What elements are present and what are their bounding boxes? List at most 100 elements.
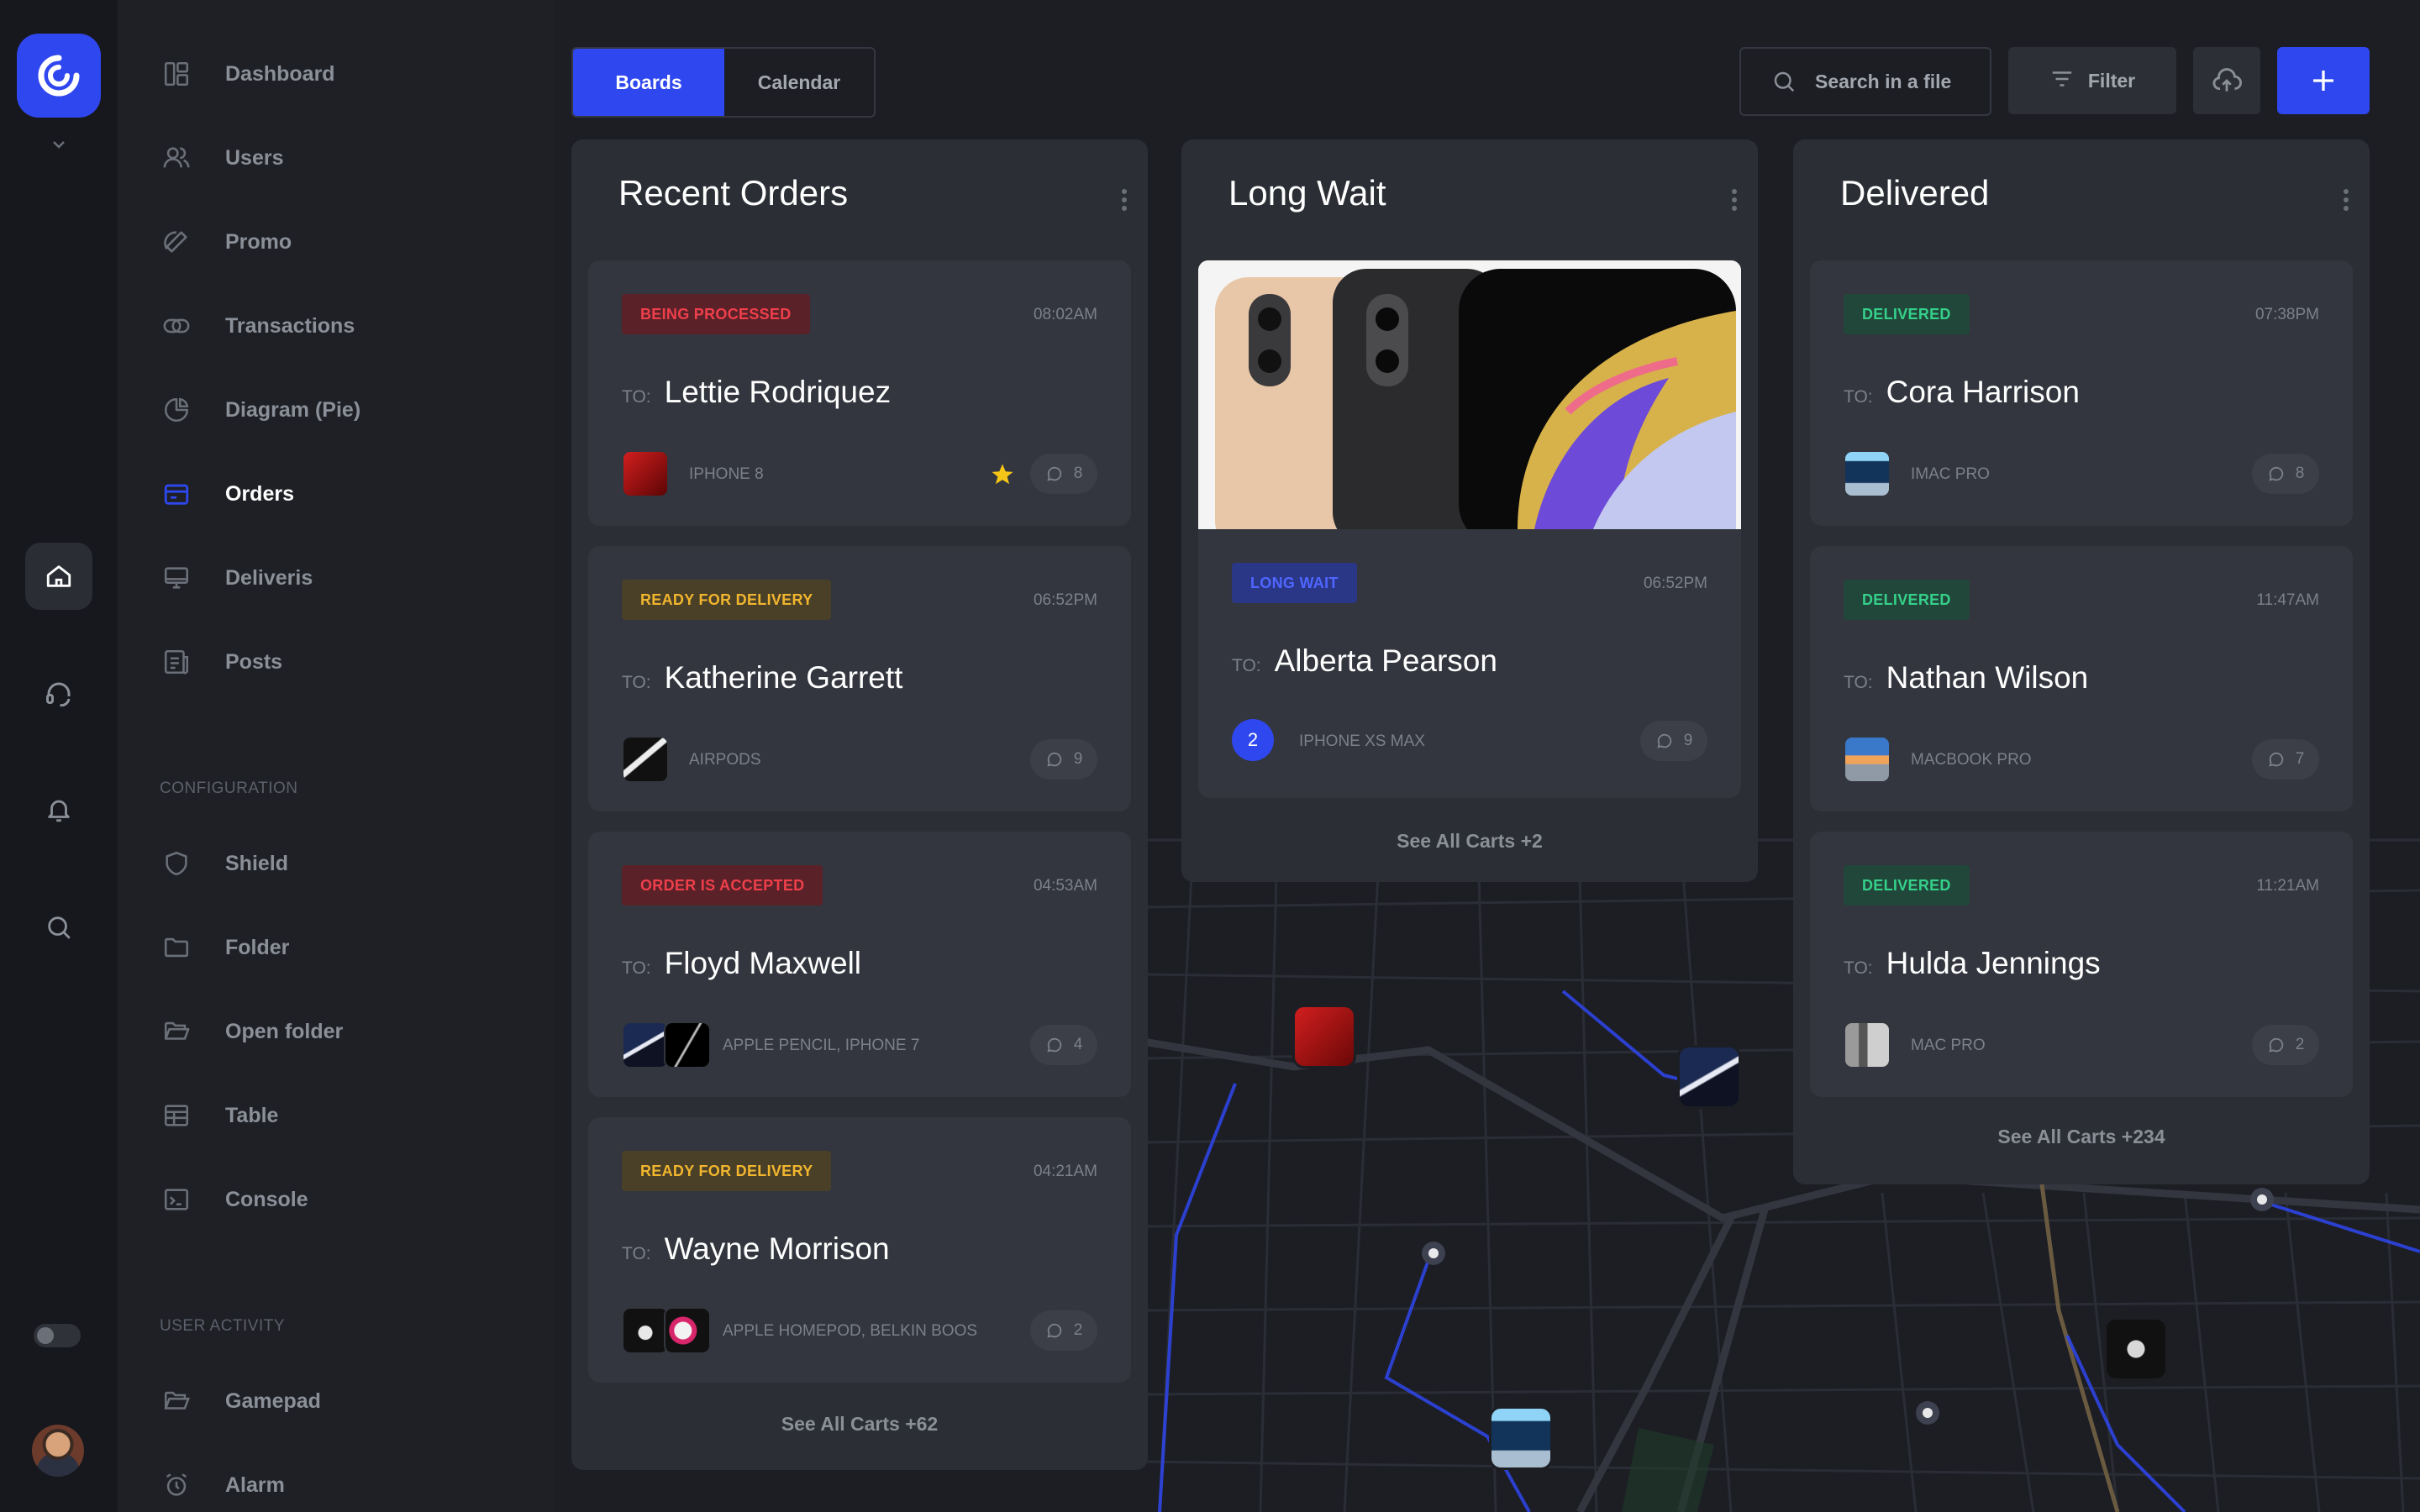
home-button[interactable]: [25, 543, 92, 610]
map-marker-imac[interactable]: [1489, 1406, 1553, 1470]
add-button[interactable]: [2277, 47, 2370, 114]
map-location-dot[interactable]: [1422, 1242, 1445, 1265]
support-button[interactable]: [25, 660, 92, 727]
nav-item-label: Diagram (Pie): [225, 397, 361, 422]
nav-item-label: Table: [225, 1103, 279, 1127]
status-badge: DELIVERED: [1844, 865, 1970, 906]
search-button[interactable]: [25, 894, 92, 961]
see-all-carts-link[interactable]: See All Carts +234: [1793, 1126, 2370, 1148]
map-location-dot[interactable]: [1916, 1401, 1939, 1425]
nav-item-label: Folder: [225, 935, 290, 959]
see-all-carts-link[interactable]: See All Carts +2: [1181, 830, 1758, 853]
tab-calendar[interactable]: Calendar: [724, 49, 874, 116]
status-badge: READY FOR DELIVERY: [622, 580, 832, 620]
product-thumb-iphone: [622, 450, 669, 497]
product-thumb-mac-pro: [1844, 1021, 1891, 1068]
nav-item-deliveris[interactable]: Deliveris: [160, 553, 313, 603]
shield-icon: [160, 847, 193, 880]
product-thumb-macbook: [1844, 736, 1891, 783]
nav-item-console[interactable]: Console: [160, 1174, 308, 1225]
product-list: IMAC PRO: [1911, 465, 1990, 483]
nav-item-diagram-pie[interactable]: Diagram (Pie): [160, 385, 360, 435]
star-icon[interactable]: [990, 462, 1015, 491]
status-badge: DELIVERED: [1844, 294, 1970, 334]
map-marker-apple-pencil[interactable]: [1677, 1045, 1741, 1109]
sidebar-nav: Dashboard Users Promo Transactions Diagr…: [118, 0, 555, 1512]
comments-count[interactable]: 2: [1030, 1310, 1097, 1351]
nav-item-label: Orders: [225, 481, 294, 506]
to-label: TO:: [622, 958, 651, 978]
comment-count: 4: [1073, 1036, 1083, 1053]
table-icon: [160, 1099, 193, 1132]
nav-item-gamepad[interactable]: Gamepad: [160, 1376, 321, 1426]
headset-icon: [46, 682, 71, 707]
posts-icon: [160, 645, 193, 679]
product-list: MACBOOK PRO: [1911, 751, 2032, 769]
order-time: 06:52PM: [1643, 575, 1707, 592]
comment-count: 8: [1073, 465, 1083, 482]
product-thumb-belkin: [664, 1307, 711, 1354]
recipient: TO: Wayne Morrison: [622, 1231, 890, 1267]
nav-item-transactions[interactable]: Transactions: [160, 301, 355, 351]
search-input[interactable]: Search in a file: [1739, 47, 1991, 116]
more-options-icon[interactable]: [2343, 188, 2349, 216]
comments-count[interactable]: 8: [2252, 454, 2319, 494]
comments-count[interactable]: 8: [1030, 454, 1097, 494]
nav-item-posts[interactable]: Posts: [160, 637, 282, 687]
product-list: IPHONE 8: [689, 465, 764, 483]
comments-count[interactable]: 9: [1030, 739, 1097, 780]
order-card[interactable]: READY FOR DELIVERY 06:52PM TO: Katherine …: [588, 546, 1131, 811]
map-location-dot[interactable]: [2250, 1188, 2274, 1211]
order-card[interactable]: ORDER IS ACCEPTED 04:53AM TO: Floyd Maxwe…: [588, 832, 1131, 1097]
chevron-down-icon[interactable]: [49, 134, 69, 159]
more-options-icon[interactable]: [1121, 188, 1128, 216]
map-marker-mac-pro[interactable]: [2104, 1317, 2168, 1381]
theme-toggle[interactable]: [34, 1324, 81, 1347]
app-logo[interactable]: [17, 34, 101, 118]
order-time: 04:21AM: [1033, 1163, 1097, 1180]
order-card[interactable]: READY FOR DELIVERY 04:21AM TO: Wayne Morr…: [588, 1117, 1131, 1383]
nav-item-orders[interactable]: Orders: [160, 469, 294, 519]
tab-boards[interactable]: Boards: [573, 49, 724, 116]
order-time: 11:47AM: [2256, 591, 2319, 609]
nav-item-table[interactable]: Table: [160, 1090, 278, 1141]
comments-count[interactable]: 7: [2252, 739, 2319, 780]
nav-item-users[interactable]: Users: [160, 133, 284, 183]
filter-label: Filter: [2087, 69, 2136, 92]
map-marker-iphone[interactable]: [1292, 1005, 1356, 1068]
console-icon: [160, 1183, 193, 1216]
alarm-icon: [160, 1468, 193, 1502]
order-card[interactable]: DELIVERED 07:38PM TO: Cora Harrison IMAC …: [1810, 260, 2353, 526]
order-card[interactable]: DELIVERED 11:21AM TO: Hulda Jennings MAC …: [1810, 832, 2353, 1097]
comments-count[interactable]: 9: [1640, 721, 1707, 761]
notifications-button[interactable]: [25, 776, 92, 843]
comments-count[interactable]: 4: [1030, 1025, 1097, 1065]
see-all-carts-link[interactable]: See All Carts +62: [571, 1413, 1148, 1436]
nav-item-label: Console: [225, 1187, 308, 1211]
nav-item-open-folder[interactable]: Open folder: [160, 1006, 343, 1057]
upload-button[interactable]: [2193, 47, 2260, 114]
nav-item-dashboard[interactable]: Dashboard: [160, 49, 335, 99]
product-thumbnails: [622, 1021, 711, 1068]
user-avatar[interactable]: [32, 1425, 84, 1477]
comment-count: 8: [2295, 465, 2305, 482]
nav-item-alarm[interactable]: Alarm: [160, 1460, 285, 1510]
comment-icon: [1047, 1037, 1061, 1053]
order-card[interactable]: DELIVERED 11:47AM TO: Nathan Wilson MACBO…: [1810, 546, 2353, 811]
nav-item-promo[interactable]: Promo: [160, 217, 292, 267]
recipient: TO: Hulda Jennings: [1844, 946, 2101, 981]
home-icon: [46, 565, 71, 587]
column-delivered: Delivered DELIVERED 07:38PM TO: Cora Harr…: [1793, 139, 2370, 1184]
nav-item-label: Alarm: [225, 1473, 285, 1497]
filter-button[interactable]: Filter: [2008, 47, 2176, 114]
nav-item-folder[interactable]: Folder: [160, 922, 289, 973]
order-card[interactable]: BEING PROCESSED 08:02AM TO: Lettie Rodriq…: [588, 260, 1131, 526]
orders-icon: [160, 477, 193, 511]
comments-count[interactable]: 2: [2252, 1025, 2319, 1065]
nav-item-shield[interactable]: Shield: [160, 838, 288, 889]
pie-chart-icon: [160, 393, 193, 427]
comment-icon: [1047, 752, 1061, 767]
order-card[interactable]: LONG WAIT 06:52PM TO: Alberta Pearson 2 I…: [1198, 260, 1741, 798]
more-options-icon[interactable]: [1731, 188, 1738, 216]
promo-icon: [160, 225, 193, 259]
